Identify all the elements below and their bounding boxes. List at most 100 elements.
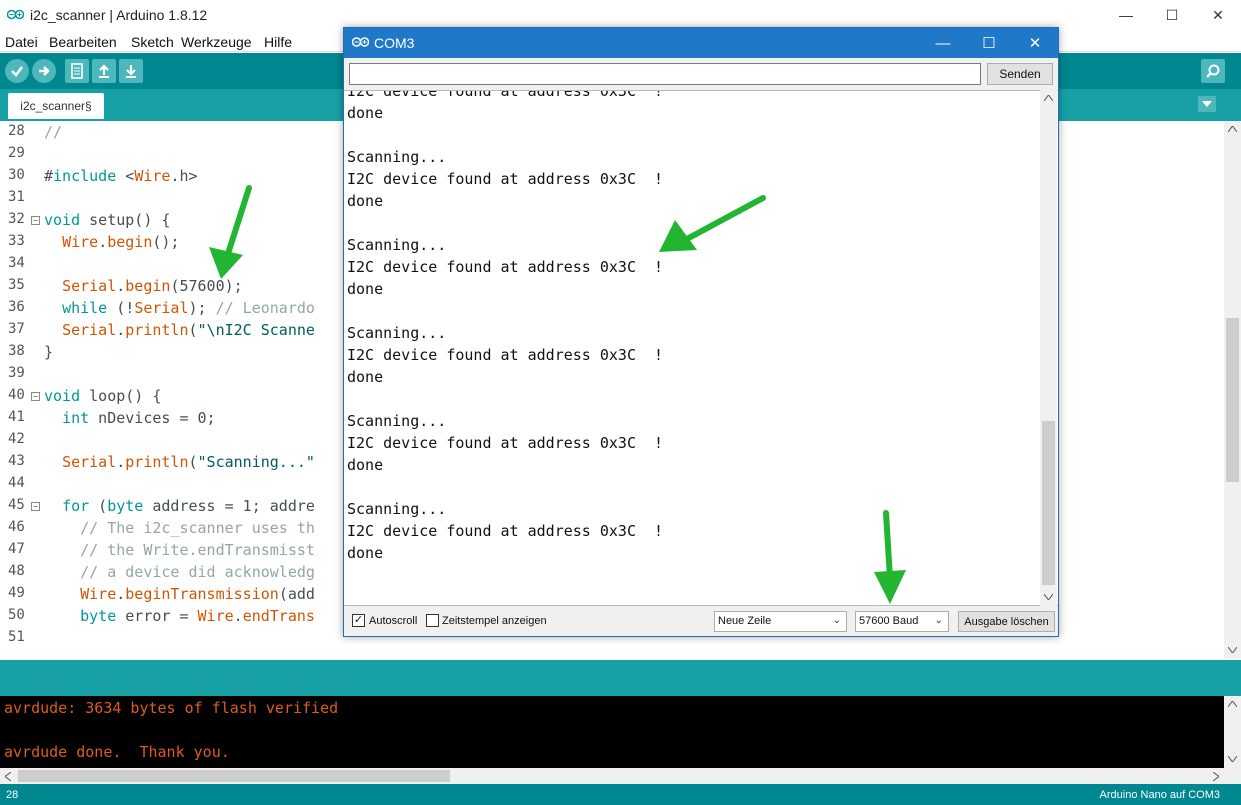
serial-output-line: done <box>347 368 384 386</box>
line-number: 50 <box>8 607 25 623</box>
send-button[interactable]: Senden <box>987 63 1053 85</box>
scroll-left-icon[interactable] <box>5 772 11 781</box>
document-icon <box>71 63 83 79</box>
line-number: 35 <box>8 277 25 293</box>
serial-close-button[interactable]: ✕ <box>1012 28 1058 58</box>
line-number: 49 <box>8 585 25 601</box>
console-hscroll-thumb[interactable] <box>18 770 450 782</box>
line-number: 44 <box>8 475 25 491</box>
line-number: 31 <box>8 189 25 205</box>
save-sketch-button[interactable] <box>119 59 143 83</box>
serial-scroll-thumb[interactable] <box>1042 421 1055 585</box>
line-ending-value: Neue Zeile <box>718 615 772 627</box>
serial-send-input[interactable] <box>349 63 981 85</box>
baud-rate-select[interactable]: 57600 Baud ⌄ <box>855 611 949 632</box>
console-scroll-up-icon[interactable] <box>1228 701 1237 707</box>
menu-werkzeuge[interactable]: Werkzeuge <box>181 34 252 50</box>
line-number: 28 <box>8 123 25 139</box>
console-scroll-down-icon[interactable] <box>1228 756 1237 762</box>
scroll-down-icon[interactable] <box>1228 647 1237 653</box>
minimize-icon: — <box>1119 7 1133 23</box>
line-number: 48 <box>8 563 25 579</box>
arrow-down-icon <box>126 65 136 78</box>
tab-menu-chevron-down-icon[interactable] <box>1198 96 1216 112</box>
code-text: // the Write.endTransmisst <box>44 541 315 559</box>
serial-output-line: I2C device found at address 0x3C ! <box>347 346 664 364</box>
serial-output-line: done <box>347 456 384 474</box>
menu-bearbeiten[interactable]: Bearbeiten <box>49 34 117 50</box>
timestamp-checkbox[interactable] <box>426 614 439 627</box>
serial-minimize-button[interactable]: — <box>920 28 966 58</box>
serial-options-bar: ✓ Autoscroll Zeitstempel anzeigen Neue Z… <box>344 608 1058 636</box>
maximize-button[interactable]: ☐ <box>1149 0 1195 30</box>
window-title: i2c_scanner | Arduino 1.8.12 <box>30 7 208 23</box>
console-line: avrdude: 3634 bytes of flash verified <box>4 699 339 717</box>
close-button[interactable]: ✕ <box>1195 0 1241 30</box>
code-text: void setup() { <box>44 211 171 229</box>
minimize-button[interactable]: — <box>1103 0 1149 30</box>
code-text: int nDevices = 0; <box>62 409 216 427</box>
serial-output-line: done <box>347 104 384 122</box>
serial-output-line: Scanning... <box>347 412 447 430</box>
chevron-down-icon: ⌄ <box>832 615 841 626</box>
new-sketch-button[interactable] <box>65 59 89 83</box>
maximize-icon: ☐ <box>1165 6 1179 23</box>
code-text: Serial.begin(57600); <box>62 277 243 295</box>
code-text: #include <Wire.h> <box>44 167 198 185</box>
scroll-up-icon[interactable] <box>1044 95 1053 101</box>
timestamp-label: Zeitstempel anzeigen <box>442 615 547 627</box>
menu-datei[interactable]: Datei <box>5 34 38 50</box>
code-text: // The i2c_scanner uses th <box>44 519 315 537</box>
upload-button[interactable] <box>32 59 56 83</box>
arduino-logo-icon <box>352 37 369 47</box>
fold-toggle-icon[interactable]: − <box>31 392 40 401</box>
code-text: while (!Serial); // Leonardo <box>62 299 315 317</box>
chevron-down-icon: ⌄ <box>934 615 943 626</box>
clear-output-button[interactable]: Ausgabe löschen <box>958 611 1055 632</box>
line-number: 51 <box>8 629 25 645</box>
code-text: Wire.beginTransmission(add <box>80 585 315 603</box>
close-icon: ✕ <box>1028 35 1042 52</box>
scroll-right-icon[interactable] <box>1213 772 1219 781</box>
serial-output-line: Scanning... <box>347 236 447 254</box>
menu-hilfe[interactable]: Hilfe <box>264 34 292 50</box>
console-scrollbar[interactable] <box>1224 696 1241 768</box>
serial-titlebar: COM3 — ☐ ✕ <box>344 28 1058 58</box>
tab-i2c-scanner[interactable]: i2c_scanner§ <box>8 93 104 119</box>
line-number: 29 <box>8 145 25 161</box>
line-number: 37 <box>8 321 25 337</box>
fold-toggle-icon[interactable]: − <box>31 502 40 511</box>
serial-output: I2C device found at address 0x3C ! done Sc… <box>344 90 1058 606</box>
serial-output-line: done <box>347 280 384 298</box>
code-text: } <box>44 343 54 361</box>
autoscroll-checkbox[interactable]: ✓ <box>352 614 365 627</box>
line-number: 33 <box>8 233 25 249</box>
code-text: // <box>44 123 63 141</box>
open-sketch-button[interactable] <box>92 59 116 83</box>
board-port-label: Arduino Nano auf COM3 <box>1099 789 1220 801</box>
serial-monitor-button[interactable] <box>1201 59 1225 83</box>
serial-output-line: done <box>347 192 384 210</box>
line-ending-select[interactable]: Neue Zeile ⌄ <box>714 611 847 632</box>
scroll-up-icon[interactable] <box>1228 126 1237 132</box>
serial-output-line: I2C device found at address 0x3C ! <box>347 170 664 188</box>
serial-output-line: I2C device found at address 0x3C ! <box>347 434 664 452</box>
editor-scroll-thumb[interactable] <box>1226 318 1239 482</box>
line-number: 46 <box>8 519 25 535</box>
magnifier-icon <box>1206 64 1220 78</box>
fold-toggle-icon[interactable]: − <box>31 216 40 225</box>
serial-output-line: I2C device found at address 0x3C ! <box>347 522 664 540</box>
serial-maximize-button[interactable]: ☐ <box>966 28 1012 58</box>
line-number: 41 <box>8 409 25 425</box>
serial-monitor-window: COM3 — ☐ ✕ Senden I2C device found at ad… <box>343 27 1059 637</box>
line-number: 36 <box>8 299 25 315</box>
line-number: 39 <box>8 365 25 381</box>
line-number: 47 <box>8 541 25 557</box>
serial-output-line: Scanning... <box>347 500 447 518</box>
menu-sketch[interactable]: Sketch <box>131 34 174 50</box>
verify-button[interactable] <box>5 59 29 83</box>
serial-output-line: I2C device found at address 0x3C ! <box>347 90 664 100</box>
scroll-down-icon[interactable] <box>1044 594 1053 600</box>
arduino-logo-icon <box>7 9 24 20</box>
serial-window-title: COM3 <box>374 35 415 51</box>
